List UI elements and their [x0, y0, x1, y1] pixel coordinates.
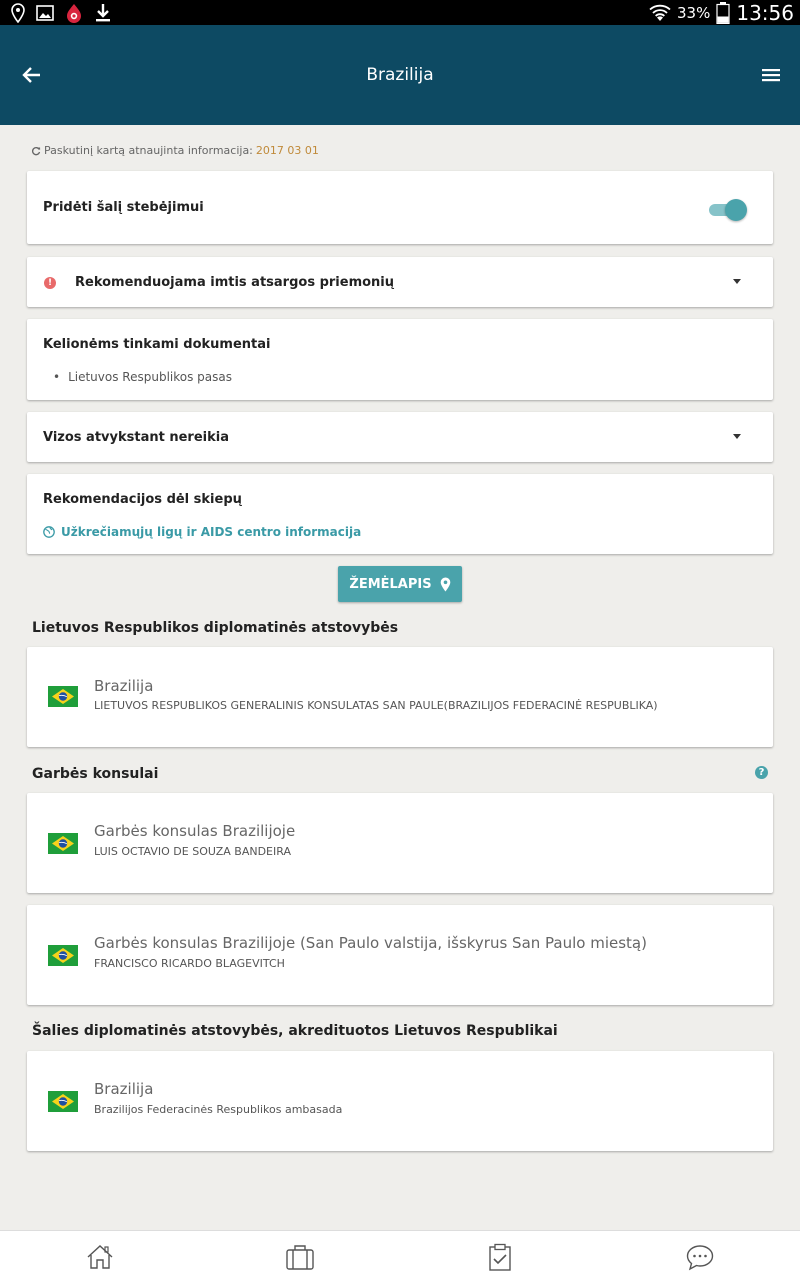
watch-country-toggle[interactable] [709, 199, 747, 221]
vaccines-info-link[interactable]: Užkrečiamųjų ligų ir AIDS centro informa… [43, 525, 361, 539]
documents-card: Kelionėms tinkami dokumentai Lietuvos Re… [27, 319, 773, 400]
chevron-down-icon [733, 434, 741, 439]
bottom-navigation [0, 1230, 800, 1280]
map-button-label: ŽEMĖLAPIS [349, 576, 432, 592]
warning-icon: ! [44, 277, 56, 289]
entry-subtitle: FRANCISCO RICARDO BLAGEVITCH [94, 957, 285, 970]
download-icon [96, 4, 110, 22]
visa-card[interactable]: Vizos atvykstant nereikia [27, 412, 773, 462]
accredited-entry[interactable]: Brazilija Brazilijos Federacinės Respubl… [27, 1051, 773, 1151]
home-icon[interactable] [85, 1243, 115, 1271]
watch-country-label: Pridėti šalį stebėjimui [43, 200, 204, 215]
advice-card[interactable]: ! Rekomenduojama imtis atsargos priemoni… [27, 257, 773, 307]
entry-subtitle: Brazilijos Federacinės Respublikos ambas… [94, 1103, 343, 1116]
entry-title: Brazilija [94, 677, 154, 695]
entry-subtitle: LUIS OCTAVIO DE SOUZA BANDEIRA [94, 845, 291, 858]
honorary-entry[interactable]: Garbės konsulas Brazilijoje LUIS OCTAVIO… [27, 793, 773, 893]
app-bar: Brazilija [0, 25, 800, 125]
globe-icon [43, 526, 55, 538]
status-bar: 33% 13:56 [0, 0, 800, 25]
map-pin-icon [440, 577, 450, 591]
wifi-icon [649, 4, 671, 21]
vaccines-card: Rekomendacijos dėl skiepų Užkrečiamųjų l… [27, 474, 773, 554]
vaccines-link-text: Užkrečiamųjų ligų ir AIDS centro informa… [61, 525, 362, 539]
accredited-heading: Šalies diplomatinės atstovybės, akreditu… [32, 1023, 558, 1039]
diplomatic-heading: Lietuvos Respublikos diplomatinės atstov… [32, 620, 399, 636]
brazil-flag-icon [48, 1091, 78, 1112]
battery-icon [716, 1, 730, 24]
honorary-entry[interactable]: Garbės konsulas Brazilijoje (San Paulo v… [27, 905, 773, 1005]
watch-country-card: Pridėti šalį stebėjimui [27, 171, 773, 244]
advice-label: Rekomenduojama imtis atsargos priemonių [75, 275, 395, 290]
documents-label: Kelionėms tinkami dokumentai [43, 337, 271, 352]
refresh-icon [31, 146, 41, 155]
list-item: Lietuvos Respublikos pasas [53, 370, 232, 384]
vaccines-label: Rekomendacijos dėl skiepų [43, 492, 242, 507]
location-icon [11, 3, 25, 23]
help-icon[interactable]: ? [755, 766, 768, 779]
chat-icon[interactable] [685, 1243, 715, 1271]
brazil-flag-icon [48, 833, 78, 854]
chevron-down-icon [733, 279, 741, 284]
visa-label: Vizos atvykstant nereikia [43, 430, 229, 445]
brazil-flag-icon [48, 945, 78, 966]
suitcase-icon[interactable] [285, 1243, 315, 1271]
honorary-heading: Garbės konsulai [32, 766, 159, 782]
entry-subtitle: LIETUVOS RESPUBLIKOS GENERALINIS KONSULA… [94, 699, 658, 712]
entry-title: Garbės konsulas Brazilijoje (San Paulo v… [94, 934, 647, 952]
map-button[interactable]: ŽEMĖLAPIS [338, 566, 462, 602]
updated-label: Paskutinį kartą atnaujinta informacija: [44, 144, 253, 157]
entry-title: Garbės konsulas Brazilijoje [94, 822, 296, 840]
clock: 13:56 [736, 0, 794, 25]
battery-percent: 33% [677, 3, 711, 22]
diplomatic-entry[interactable]: Brazilija LIETUVOS RESPUBLIKOS GENERALIN… [27, 647, 773, 747]
page-title: Brazilija [366, 65, 434, 85]
last-updated: Paskutinį kartą atnaujinta informacija: … [31, 144, 319, 157]
checklist-icon[interactable] [485, 1243, 515, 1271]
entry-title: Brazilija [94, 1080, 154, 1098]
brazil-flag-icon [48, 686, 78, 707]
updated-date: 2017 03 01 [255, 144, 319, 157]
hamburger-menu-icon[interactable] [760, 61, 786, 89]
image-icon [36, 5, 54, 21]
drop-app-icon [67, 4, 81, 23]
